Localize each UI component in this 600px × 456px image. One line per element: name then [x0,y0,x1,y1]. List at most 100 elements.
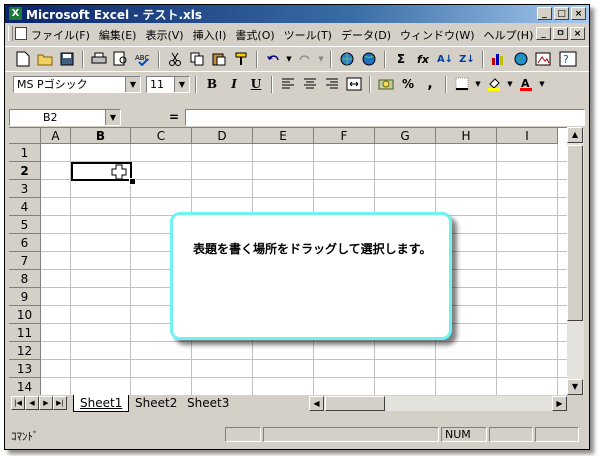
new-file-icon[interactable] [13,50,33,68]
font-name-select[interactable]: MS Pゴシック ▼ [13,75,141,93]
row-header-9[interactable]: 9 [9,288,41,306]
workbook-minimize-button[interactable]: _ [536,27,551,40]
scroll-right-button[interactable]: ▶ [552,396,567,411]
column-header-b[interactable]: B [71,128,131,144]
hyperlink-icon[interactable] [337,50,357,68]
row-header-11[interactable]: 11 [9,324,41,342]
title-bar[interactable]: X Microsoft Excel - テスト.xls _ □ × [5,5,589,23]
column-header-e[interactable]: E [253,128,314,144]
font-color-icon[interactable]: A [516,75,536,93]
column-header-a[interactable]: A [41,128,71,144]
menu-window[interactable]: ウィンドウ(W) [400,27,474,43]
print-icon[interactable] [89,50,109,68]
vertical-scrollbar[interactable]: ▲ ▼ [567,127,584,395]
save-icon[interactable] [57,50,77,68]
row-header-13[interactable]: 13 [9,360,41,378]
edit-formula-button[interactable]: = [169,110,179,124]
name-box[interactable]: B2 ▼ [9,109,121,126]
fill-color-dropdown-icon[interactable]: ▼ [506,75,514,93]
align-right-icon[interactable] [322,75,342,93]
row-header-14[interactable]: 14 [9,378,41,396]
autosum-icon[interactable]: Σ [391,50,411,68]
row-header-8[interactable]: 8 [9,270,41,288]
function-icon[interactable]: fx [413,50,433,68]
last-sheet-button[interactable]: ▶| [53,396,67,410]
borders-icon[interactable] [452,75,472,93]
redo-icon[interactable] [295,50,315,68]
maximize-button[interactable]: □ [554,7,569,20]
row-header-5[interactable]: 5 [9,216,41,234]
next-sheet-button[interactable]: ▶ [39,396,53,410]
formula-input[interactable] [185,109,585,126]
sort-ascending-icon[interactable]: A↓ [435,50,455,68]
column-header-g[interactable]: G [375,128,436,144]
menu-data[interactable]: データ(D) [341,27,391,43]
print-preview-icon[interactable] [111,50,131,68]
menu-tools[interactable]: ツール(T) [284,27,332,43]
chevron-down-icon[interactable]: ▼ [105,110,120,125]
underline-button[interactable]: U [246,75,266,93]
office-assistant-icon[interactable]: ? [555,50,581,68]
percent-style-button[interactable]: % [398,75,418,93]
align-center-icon[interactable] [300,75,320,93]
select-all-button[interactable] [9,128,41,144]
toolbar-grip[interactable] [8,26,13,41]
menu-edit[interactable]: 編集(E) [99,27,137,43]
row-header-6[interactable]: 6 [9,234,41,252]
currency-style-icon[interactable] [376,75,396,93]
open-folder-icon[interactable] [35,50,55,68]
sort-descending-icon[interactable]: Z↓ [457,50,477,68]
redo-dropdown-icon[interactable]: ▼ [317,50,325,68]
menu-file[interactable]: ファイル(F) [31,27,90,43]
chart-wizard-icon[interactable] [489,50,509,68]
row-header-10[interactable]: 10 [9,306,41,324]
menu-insert[interactable]: 挿入(I) [193,27,227,43]
row-header-12[interactable]: 12 [9,342,41,360]
undo-icon[interactable] [263,50,283,68]
chevron-down-icon[interactable]: ▼ [125,76,140,92]
sheet-tab-sheet3[interactable]: Sheet3 [181,395,235,411]
drawing-icon[interactable] [533,50,553,68]
workbook-icon[interactable] [15,27,27,40]
merge-center-icon[interactable] [344,75,364,93]
scroll-left-button[interactable]: ◀ [309,396,324,411]
italic-button[interactable]: I [224,75,244,93]
workbook-close-button[interactable]: × [570,27,585,40]
menu-format[interactable]: 書式(O) [235,27,274,43]
minimize-button[interactable]: _ [537,7,552,20]
row-header-2[interactable]: 2 [9,162,41,180]
undo-dropdown-icon[interactable]: ▼ [285,50,293,68]
first-sheet-button[interactable]: |◀ [11,396,25,410]
row-header-1[interactable]: 1 [9,144,41,162]
fill-color-icon[interactable] [484,75,504,93]
column-header-h[interactable]: H [436,128,497,144]
menu-help[interactable]: ヘルプ(H) [484,27,534,43]
excel-app-icon[interactable]: X [9,7,22,20]
prev-sheet-button[interactable]: ◀ [25,396,39,410]
borders-dropdown-icon[interactable]: ▼ [474,75,482,93]
column-header-d[interactable]: D [192,128,253,144]
workbook-restore-button[interactable]: ㅁ [553,27,568,40]
comma-style-button[interactable]: , [420,75,440,93]
row-header-7[interactable]: 7 [9,252,41,270]
column-header-i[interactable]: I [497,128,558,144]
chevron-down-icon[interactable]: ▼ [174,76,189,92]
copy-icon[interactable] [187,50,207,68]
sheet-tab-sheet1[interactable]: Sheet1 [73,395,130,412]
font-size-select[interactable]: 11 ▼ [146,75,190,93]
horizontal-scrollbar[interactable]: ◀ ▶ [309,396,567,411]
scroll-up-button[interactable]: ▲ [567,127,583,143]
menu-view[interactable]: 表示(V) [145,27,183,43]
column-header-f[interactable]: F [314,128,375,144]
horizontal-scroll-thumb[interactable] [325,396,385,411]
align-left-icon[interactable] [278,75,298,93]
vertical-scroll-thumb[interactable] [567,145,583,321]
fill-handle[interactable] [129,178,136,185]
column-header-c[interactable]: C [131,128,192,144]
format-painter-icon[interactable] [231,50,251,68]
bold-button[interactable]: B [202,75,222,93]
sheet-tab-sheet2[interactable]: Sheet2 [129,395,183,411]
paste-icon[interactable] [209,50,229,68]
cut-icon[interactable] [165,50,185,68]
row-header-4[interactable]: 4 [9,198,41,216]
